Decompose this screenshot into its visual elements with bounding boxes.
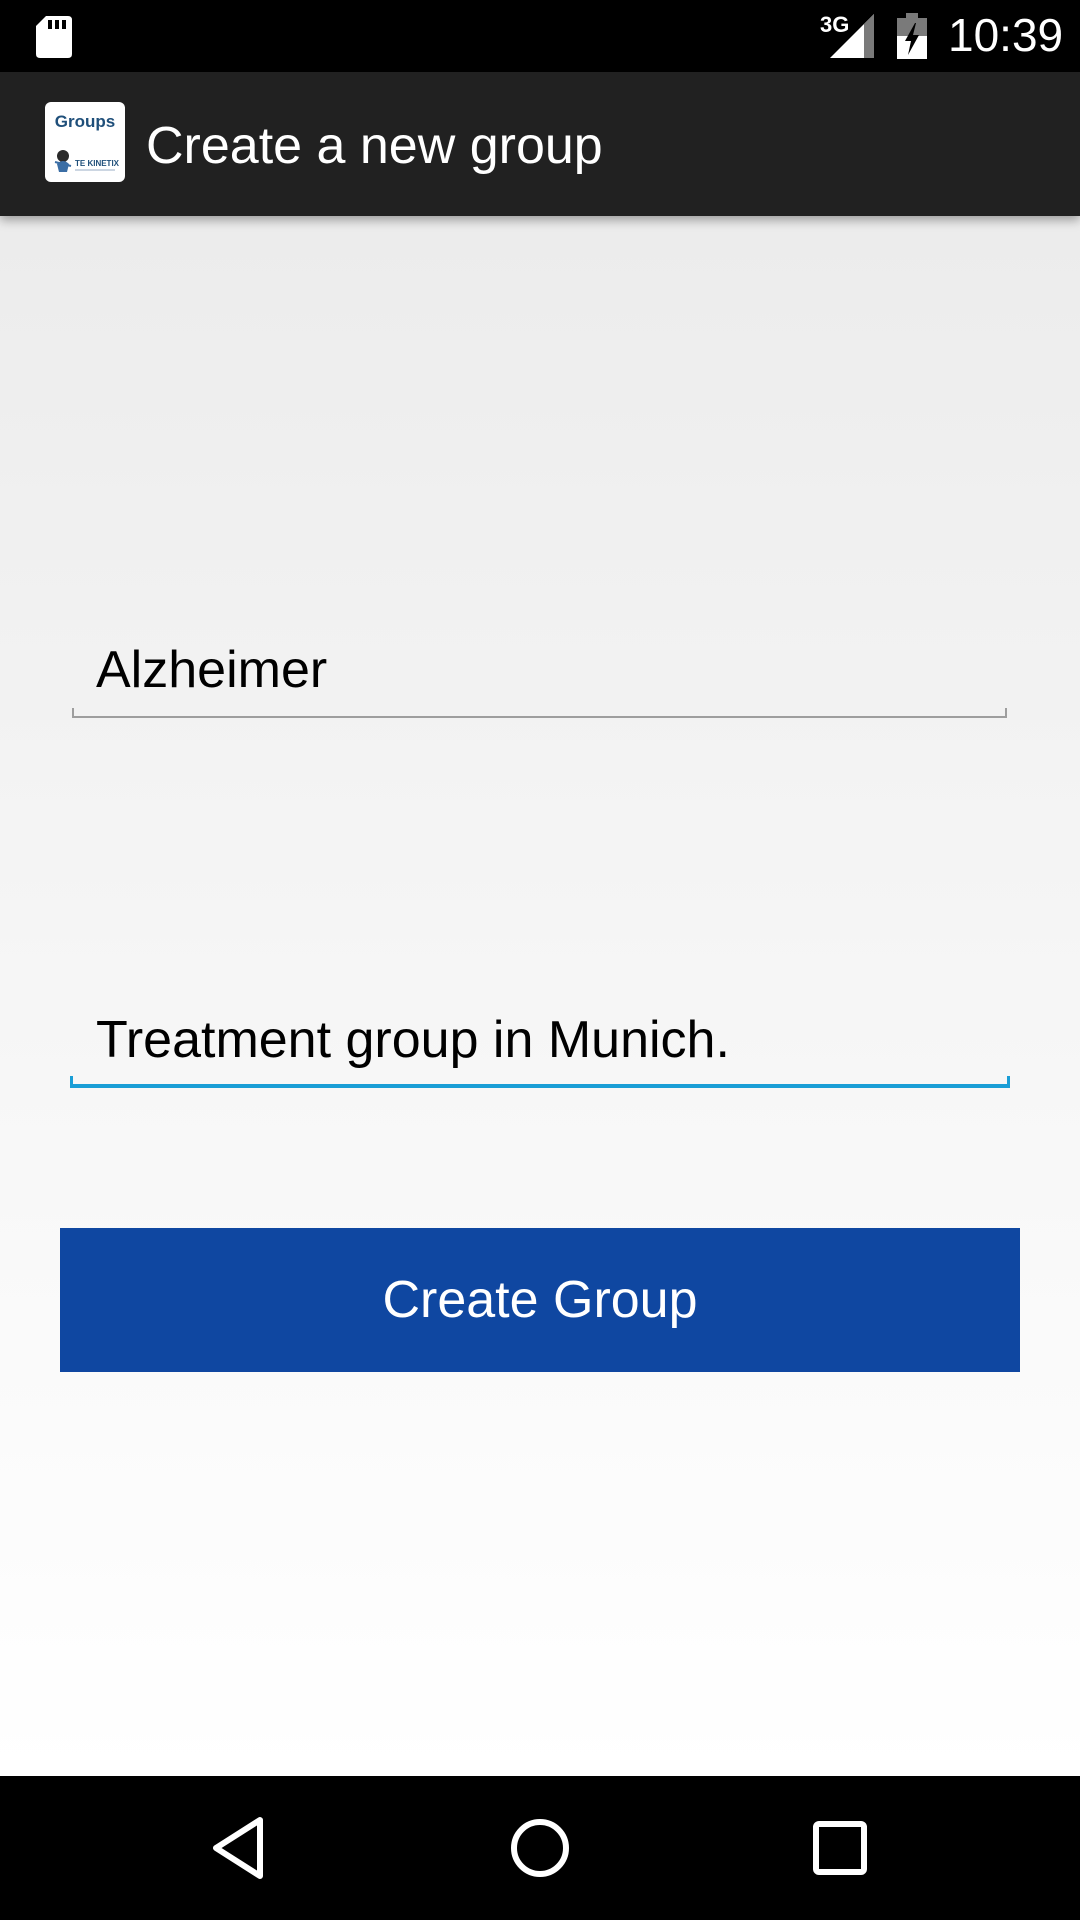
content-area: Alzheimer Treatment group in Munich. Cre… <box>0 216 1080 1776</box>
sd-card-icon <box>36 16 72 58</box>
action-bar: Groups TE KINETIX Create a new group <box>0 72 1080 216</box>
app-logo-subtext: TE KINETIX <box>75 159 119 168</box>
create-group-button[interactable]: Create Group <box>60 1228 1020 1372</box>
clock: 10:39 <box>948 9 1064 61</box>
status-bar: 3G 10:39 <box>0 0 1080 72</box>
home-icon[interactable] <box>500 1808 580 1888</box>
group-name-underline <box>72 708 1007 718</box>
navigation-bar <box>0 1776 1080 1920</box>
screen: 3G 10:39 Groups TE KINETIX Create a new … <box>0 0 1080 1920</box>
group-name-field[interactable]: Alzheimer <box>72 636 1007 718</box>
back-icon[interactable] <box>200 1808 280 1888</box>
app-logo-text: Groups <box>54 112 116 131</box>
battery-charging-icon <box>897 13 927 59</box>
page-title: Create a new group <box>146 117 603 175</box>
group-description-field[interactable]: Treatment group in Munich. <box>70 1006 1010 1088</box>
group-description-input-text[interactable]: Treatment group in Munich. <box>96 1010 730 1070</box>
group-name-input-text[interactable]: Alzheimer <box>96 640 327 700</box>
group-description-underline <box>70 1076 1010 1088</box>
app-logo: Groups TE KINETIX <box>45 102 125 182</box>
kinetix-logo-icon: TE KINETIX <box>54 150 119 172</box>
recents-icon[interactable] <box>800 1808 880 1888</box>
network-type-label: 3G <box>820 12 850 37</box>
